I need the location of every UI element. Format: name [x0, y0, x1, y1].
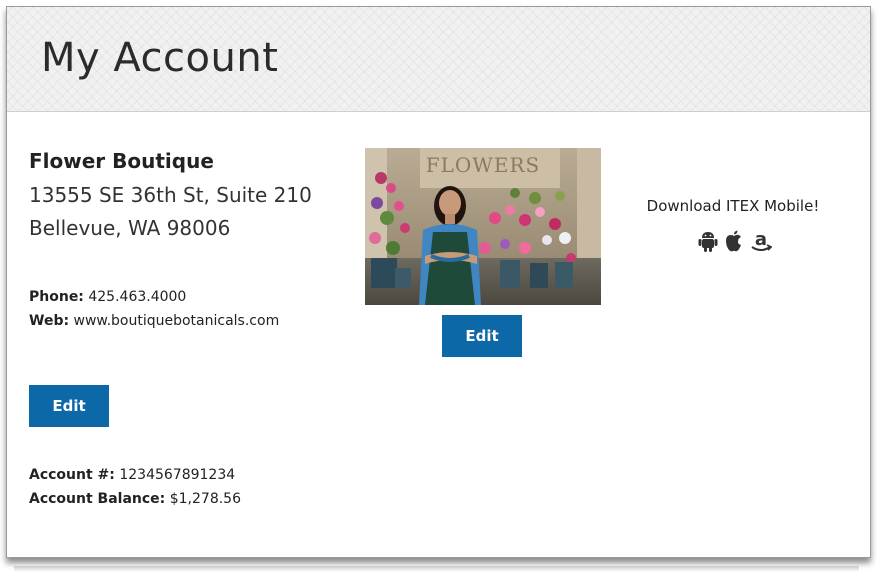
download-mobile-text: Download ITEX Mobile!	[646, 197, 820, 215]
apple-icon[interactable]	[724, 230, 744, 252]
phone-value: 425.463.4000	[88, 289, 187, 305]
web-value: www.boutiquebotanicals.com	[73, 313, 280, 329]
address-line-1: 13555 SE 36th St, Suite 210	[29, 183, 312, 207]
account-number-value: 1234567891234	[119, 467, 236, 483]
account-number-label: Account #:	[29, 467, 115, 483]
svg-text:a: a	[755, 229, 767, 250]
account-balance-value: $1,278.56	[169, 491, 241, 507]
business-photo: FLOWERS	[365, 148, 601, 305]
account-card: My Account Flower Boutique 13555 SE 36th…	[6, 6, 871, 558]
address-line-2: Bellevue, WA 98006	[29, 216, 231, 240]
amazon-icon[interactable]: a	[750, 229, 772, 253]
edit-info-button[interactable]: Edit	[29, 385, 109, 427]
web-label: Web:	[29, 313, 70, 329]
account-balance-label: Account Balance:	[29, 491, 166, 507]
account-balance-row: Account Balance: $1,278.56	[29, 491, 241, 507]
app-store-icons: a	[690, 227, 780, 255]
page-header: My Account	[7, 7, 870, 112]
android-icon[interactable]	[698, 230, 718, 252]
business-name: Flower Boutique	[29, 149, 214, 173]
card-shadow	[14, 566, 859, 572]
web-row: Web: www.boutiquebotanicals.com	[29, 313, 279, 329]
page-title: My Account	[41, 35, 279, 81]
account-number-row: Account #: 1234567891234	[29, 467, 235, 483]
shop-sign: FLOWERS	[426, 153, 540, 177]
phone-row: Phone: 425.463.4000	[29, 289, 186, 305]
edit-photo-button[interactable]: Edit	[442, 315, 522, 357]
phone-label: Phone:	[29, 289, 84, 305]
